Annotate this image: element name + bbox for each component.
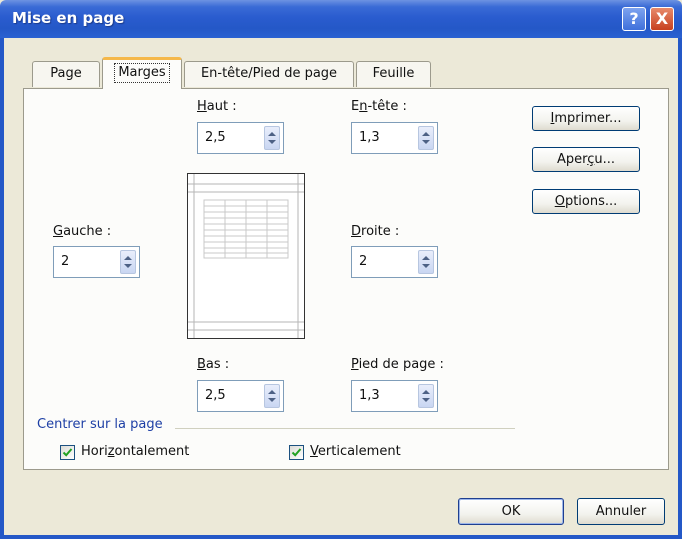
droite-value: 2 bbox=[359, 254, 368, 269]
margins-panel bbox=[23, 88, 669, 470]
gauche-value: 2 bbox=[61, 254, 70, 269]
gauche-spin-arrows[interactable] bbox=[120, 250, 136, 274]
window-border-left bbox=[0, 38, 4, 539]
droite-label: Droite : bbox=[351, 224, 400, 239]
page-setup-dialog: Mise en page ? X Page Marges En-tête/Pie… bbox=[0, 0, 682, 539]
centrer-group-divider bbox=[175, 428, 515, 429]
tab-en-tete-label: En-tête/Pied de page bbox=[200, 66, 338, 81]
pied-de-page-label: Pied de page : bbox=[351, 357, 444, 372]
entete-spinner[interactable]: 1,3 bbox=[351, 122, 438, 154]
horizontalement-checkbox[interactable] bbox=[60, 445, 75, 460]
gauche-label: Gauche : bbox=[53, 224, 112, 239]
spin-arrows-icon bbox=[268, 132, 276, 144]
dialog-title: Mise en page bbox=[12, 9, 125, 27]
spin-arrows-icon bbox=[124, 256, 132, 268]
options-button[interactable]: Options... bbox=[532, 189, 640, 214]
window-border-right bbox=[678, 38, 682, 539]
entete-label: En-tête : bbox=[351, 99, 407, 114]
gauche-spinner[interactable]: 2 bbox=[53, 246, 140, 278]
haut-spinner[interactable]: 2,5 bbox=[197, 122, 284, 154]
window-border-bottom bbox=[0, 535, 682, 539]
ok-button[interactable]: OK bbox=[458, 498, 564, 525]
pied-de-page-spinner[interactable]: 1,3 bbox=[351, 380, 438, 412]
apercu-button[interactable]: Aperçu... bbox=[532, 147, 640, 172]
tab-marges-label: Marges bbox=[114, 63, 170, 83]
droite-spinner[interactable]: 2 bbox=[351, 246, 438, 278]
tab-page[interactable]: Page bbox=[32, 61, 100, 87]
haut-value: 2,5 bbox=[205, 130, 226, 145]
checkmark-icon bbox=[62, 448, 73, 457]
spin-arrows-icon bbox=[268, 390, 276, 402]
imprimer-button[interactable]: Imprimer... bbox=[532, 106, 640, 131]
tab-marges[interactable]: Marges bbox=[102, 57, 182, 89]
page-preview-grid bbox=[188, 174, 304, 338]
page-preview bbox=[187, 173, 305, 339]
bas-label: Bas : bbox=[197, 357, 230, 372]
annuler-button[interactable]: Annuler bbox=[577, 498, 665, 525]
pied-spin-arrows[interactable] bbox=[418, 384, 434, 408]
centrer-group-title: Centrer sur la page bbox=[37, 417, 163, 432]
title-bar[interactable]: Mise en page ? X bbox=[0, 0, 682, 38]
horizontalement-label[interactable]: Horizontalement bbox=[81, 444, 189, 459]
tab-feuille[interactable]: Feuille bbox=[356, 61, 431, 87]
haut-label: Haut : bbox=[197, 99, 237, 114]
spin-arrows-icon bbox=[422, 256, 430, 268]
help-button[interactable]: ? bbox=[622, 7, 646, 31]
droite-spin-arrows[interactable] bbox=[418, 250, 434, 274]
close-button[interactable]: X bbox=[650, 7, 674, 31]
bas-spinner[interactable]: 2,5 bbox=[197, 380, 284, 412]
pied-de-page-value: 1,3 bbox=[359, 388, 380, 403]
spin-arrows-icon bbox=[422, 132, 430, 144]
verticalement-label[interactable]: Verticalement bbox=[310, 444, 401, 459]
tab-en-tete-pied-de-page[interactable]: En-tête/Pied de page bbox=[184, 61, 354, 87]
tab-page-label: Page bbox=[50, 66, 82, 81]
haut-spin-arrows[interactable] bbox=[264, 126, 280, 150]
entete-value: 1,3 bbox=[359, 130, 380, 145]
verticalement-checkbox[interactable] bbox=[289, 445, 304, 460]
checkmark-icon bbox=[291, 448, 302, 457]
entete-spin-arrows[interactable] bbox=[418, 126, 434, 150]
tab-feuille-label: Feuille bbox=[372, 66, 415, 81]
spin-arrows-icon bbox=[422, 390, 430, 402]
bas-value: 2,5 bbox=[205, 388, 226, 403]
bas-spin-arrows[interactable] bbox=[264, 384, 280, 408]
